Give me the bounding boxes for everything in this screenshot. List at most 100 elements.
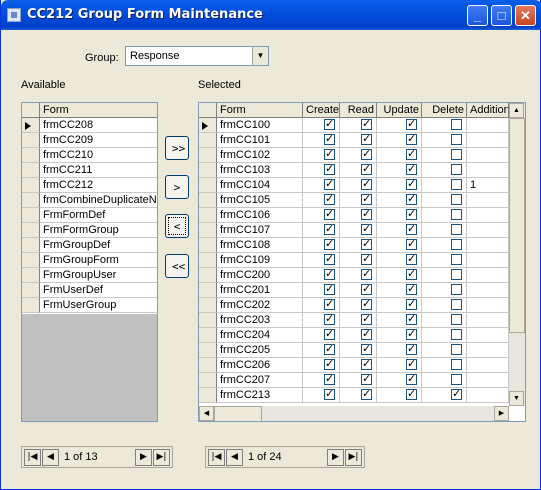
read-checkbox[interactable]	[361, 238, 372, 251]
create-checkbox[interactable]	[324, 268, 335, 281]
table-cell-form[interactable]: FrmGroupDef	[40, 238, 157, 253]
update-checkbox[interactable]	[406, 178, 417, 191]
table-cell-addition[interactable]	[467, 208, 509, 223]
chevron-down-icon[interactable]: ▼	[252, 47, 268, 65]
delete-checkbox[interactable]	[451, 149, 462, 160]
update-checkbox[interactable]	[406, 343, 417, 356]
column-header-read[interactable]: Read	[340, 103, 377, 118]
delete-checkbox[interactable]	[451, 359, 462, 370]
table-cell-form[interactable]: FrmGroupForm	[40, 253, 157, 268]
table-cell-form[interactable]: frmCC201	[217, 283, 303, 298]
row-selector[interactable]	[199, 268, 217, 283]
update-checkbox[interactable]	[406, 238, 417, 251]
read-checkbox[interactable]	[361, 298, 372, 311]
create-checkbox[interactable]	[324, 298, 335, 311]
update-checkbox[interactable]	[406, 118, 417, 131]
previous-record-icon[interactable]: ◀	[226, 449, 243, 466]
row-selector[interactable]	[22, 283, 40, 298]
selected-grid[interactable]: Form Create Read Update Delete Addition frmCC1…	[198, 102, 526, 422]
create-checkbox[interactable]	[324, 373, 335, 386]
table-cell-form[interactable]: frmCC209	[40, 133, 157, 148]
delete-checkbox[interactable]	[451, 239, 462, 250]
table-cell-addition[interactable]: 1	[467, 178, 509, 193]
update-checkbox[interactable]	[406, 328, 417, 341]
delete-checkbox[interactable]	[451, 374, 462, 385]
table-cell-addition[interactable]	[467, 268, 509, 283]
vertical-scrollbar[interactable]: ▲ ▼	[509, 103, 525, 406]
table-cell-form[interactable]: frmCC200	[217, 268, 303, 283]
table-cell-form[interactable]: frmCC102	[217, 148, 303, 163]
table-cell-form[interactable]: FrmUserGroup	[40, 298, 157, 313]
row-selector[interactable]	[22, 118, 40, 133]
row-selector[interactable]	[199, 193, 217, 208]
scroll-right-icon[interactable]: ▶	[494, 406, 509, 421]
row-selector[interactable]	[199, 253, 217, 268]
row-selector[interactable]	[22, 193, 40, 208]
scroll-down-icon[interactable]: ▼	[509, 391, 524, 406]
update-checkbox[interactable]	[406, 133, 417, 146]
table-cell-addition[interactable]	[467, 358, 509, 373]
create-checkbox[interactable]	[324, 193, 335, 206]
table-cell-form[interactable]: frmCC212	[40, 178, 157, 193]
delete-checkbox[interactable]	[451, 194, 462, 205]
update-checkbox[interactable]	[406, 268, 417, 281]
create-checkbox[interactable]	[324, 223, 335, 236]
read-checkbox[interactable]	[361, 313, 372, 326]
read-checkbox[interactable]	[361, 223, 372, 236]
row-selector[interactable]	[199, 208, 217, 223]
table-cell-form[interactable]: frmCC105	[217, 193, 303, 208]
row-selector[interactable]	[199, 373, 217, 388]
table-cell-form[interactable]: frmCC211	[40, 163, 157, 178]
update-checkbox[interactable]	[406, 283, 417, 296]
table-cell-form[interactable]: frmCC106	[217, 208, 303, 223]
row-selector[interactable]	[199, 313, 217, 328]
read-checkbox[interactable]	[361, 118, 372, 131]
table-cell-form[interactable]: frmCC213	[217, 388, 303, 403]
row-selector[interactable]	[199, 163, 217, 178]
horizontal-scrollbar[interactable]: ◀ ▶	[199, 406, 509, 421]
row-selector[interactable]	[199, 148, 217, 163]
update-checkbox[interactable]	[406, 148, 417, 161]
update-checkbox[interactable]	[406, 223, 417, 236]
create-checkbox[interactable]	[324, 178, 335, 191]
read-checkbox[interactable]	[361, 388, 372, 401]
read-checkbox[interactable]	[361, 268, 372, 281]
delete-checkbox[interactable]	[451, 269, 462, 280]
create-checkbox[interactable]	[324, 388, 335, 401]
row-selector[interactable]	[199, 133, 217, 148]
title-bar[interactable]: CC212 Group Form Maintenance _ □ ✕	[1, 0, 541, 30]
update-checkbox[interactable]	[406, 358, 417, 371]
row-selector[interactable]	[22, 133, 40, 148]
update-checkbox[interactable]	[406, 388, 417, 401]
minimize-button[interactable]: _	[467, 5, 488, 26]
create-checkbox[interactable]	[324, 208, 335, 221]
row-selector[interactable]	[22, 163, 40, 178]
delete-checkbox[interactable]	[451, 134, 462, 145]
table-cell-addition[interactable]	[467, 118, 509, 133]
remove-all-button[interactable]: <<	[165, 254, 189, 278]
row-selector[interactable]	[22, 223, 40, 238]
column-header-delete[interactable]: Delete	[422, 103, 467, 118]
row-selector[interactable]	[22, 208, 40, 223]
next-record-icon[interactable]: ▶	[327, 449, 344, 466]
delete-checkbox[interactable]	[451, 179, 462, 190]
table-cell-form[interactable]: frmCC100	[217, 118, 303, 133]
row-selector[interactable]	[199, 283, 217, 298]
read-checkbox[interactable]	[361, 178, 372, 191]
table-cell-addition[interactable]	[467, 133, 509, 148]
table-cell-addition[interactable]	[467, 163, 509, 178]
table-cell-form[interactable]: frmCC210	[40, 148, 157, 163]
read-checkbox[interactable]	[361, 148, 372, 161]
delete-checkbox[interactable]	[451, 388, 462, 401]
last-record-icon[interactable]: ▶|	[153, 449, 170, 466]
table-cell-form[interactable]: FrmUserDef	[40, 283, 157, 298]
horizontal-scroll-thumb[interactable]	[214, 406, 262, 421]
delete-checkbox[interactable]	[451, 344, 462, 355]
column-header-form[interactable]: Form	[217, 103, 303, 118]
table-cell-form[interactable]: frmCombineDuplicateNa	[40, 193, 157, 208]
read-checkbox[interactable]	[361, 283, 372, 296]
update-checkbox[interactable]	[406, 313, 417, 326]
first-record-icon[interactable]: |◀	[208, 449, 225, 466]
row-selector[interactable]	[22, 253, 40, 268]
row-selector[interactable]	[22, 298, 40, 313]
